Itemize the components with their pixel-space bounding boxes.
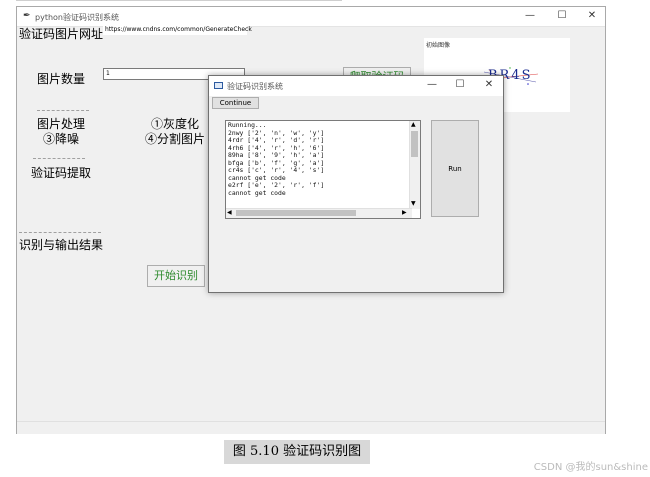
- log-textarea[interactable]: Running... 2nwy ['2', 'n', 'w', 'y'] 4rdr …: [225, 120, 421, 219]
- start-recognition-button[interactable]: 开始识别: [147, 265, 205, 287]
- dialog-maximize-button[interactable]: ☐: [453, 79, 467, 91]
- dialog-title: 验证码识别系统: [227, 82, 283, 91]
- scroll-left-icon[interactable]: ◀: [227, 209, 232, 217]
- main-window-title: python验证码识别系统: [35, 13, 119, 22]
- log-line: cannot get code: [228, 188, 286, 197]
- top-border-line: [16, 0, 342, 1]
- scroll-right-icon[interactable]: ▶: [402, 209, 407, 217]
- divider: [19, 232, 101, 233]
- window-icon: [214, 82, 223, 89]
- main-titlebar: ✒ python验证码识别系统 — ☐ ✕: [17, 7, 605, 27]
- figure-caption: 图 5.10 验证码识别图: [224, 440, 370, 464]
- bottom-status-strip: [17, 421, 605, 434]
- extract-label: 验证码提取: [31, 166, 92, 180]
- preview-label: 初始图像: [426, 42, 451, 49]
- scroll-up-icon[interactable]: ▲: [411, 121, 416, 128]
- watermark: CSDN @我的sun&shine: [533, 462, 648, 473]
- maximize-button[interactable]: ☐: [555, 10, 569, 22]
- result-label: 识别与输出结果: [19, 238, 104, 252]
- run-button[interactable]: Run: [431, 120, 479, 217]
- dialog-close-button[interactable]: ✕: [482, 79, 496, 91]
- scroll-thumb[interactable]: [411, 131, 418, 157]
- dialog-titlebar: 验证码识别系统 — ☐ ✕: [209, 76, 503, 96]
- url-label: 验证码图片网址: [19, 27, 104, 41]
- feather-icon: ✒: [23, 11, 31, 21]
- url-input[interactable]: https://www.cndns.com/common/GenerateChe…: [103, 25, 252, 35]
- step-split-image[interactable]: ④分割图片: [145, 130, 205, 147]
- count-label: 图片数量: [37, 72, 86, 86]
- close-button[interactable]: ✕: [585, 10, 599, 22]
- divider: [33, 158, 85, 159]
- log-output: Running... 2nwy ['2', 'n', 'w', 'y'] 4rdr …: [228, 121, 324, 197]
- scroll-down-icon[interactable]: ▼: [411, 200, 416, 207]
- minimize-button[interactable]: —: [523, 10, 537, 22]
- vertical-scrollbar[interactable]: ▲ ▼: [409, 121, 420, 209]
- recognition-dialog: 验证码识别系统 — ☐ ✕ Continue Running... 2nwy ['…: [208, 75, 504, 293]
- horizontal-scrollbar[interactable]: ◀ ▶: [226, 208, 412, 218]
- divider: [37, 110, 89, 111]
- dialog-minimize-button[interactable]: —: [425, 79, 439, 91]
- hscroll-thumb[interactable]: [236, 210, 356, 216]
- continue-button[interactable]: Continue: [212, 97, 259, 109]
- step-denoise[interactable]: ③降噪: [43, 130, 79, 147]
